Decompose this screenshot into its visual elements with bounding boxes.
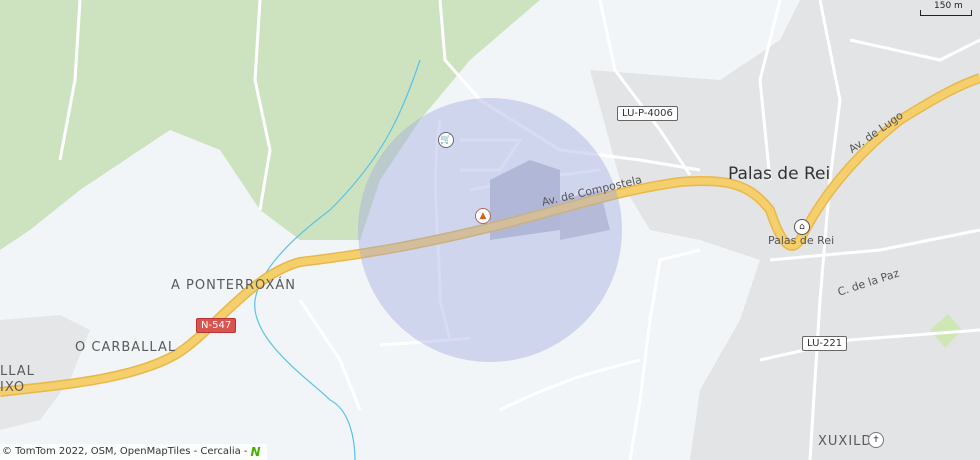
road-shield-lu-p-4006: LU-P-4006 (617, 106, 678, 121)
partial-town-label-1: LLAL (0, 364, 35, 379)
highlight-circle (358, 98, 622, 362)
map-base-layer (0, 0, 980, 460)
church-icon[interactable]: ✝ (868, 432, 884, 448)
town-hall-icon[interactable]: ⌂ (794, 219, 810, 235)
road-shield-n-547: N-547 (196, 318, 237, 333)
urban-area-palas (590, 0, 980, 460)
partial-town-label-2: IXO (0, 380, 26, 395)
road-shield-lu-221: LU-221 (802, 336, 848, 351)
campsite-icon[interactable]: ▲ (475, 208, 491, 224)
palas-de-rei-poi-label: Palas de Rei (768, 234, 835, 247)
shopping-cart-icon[interactable]: 🛒 (438, 132, 454, 148)
a-ponterroxan-label: A PONTERROXÁN (171, 278, 296, 293)
map-attribution: © TomTom 2022, OSM, OpenMapTiles - Cerca… (0, 444, 267, 460)
cercalia-logo-icon: N (250, 445, 261, 459)
o-carballal-label: O CARBALLAL (75, 340, 177, 355)
scale-bar: 150 m (920, 1, 972, 16)
attribution-text: © TomTom 2022, OSM, OpenMapTiles - Cerca… (2, 446, 248, 457)
scale-bar-line (920, 10, 972, 16)
map-canvas[interactable]: Palas de Rei Palas de Rei A PONTERROXÁN … (0, 0, 980, 460)
palas-de-rei-city-label: Palas de Rei (728, 164, 831, 184)
